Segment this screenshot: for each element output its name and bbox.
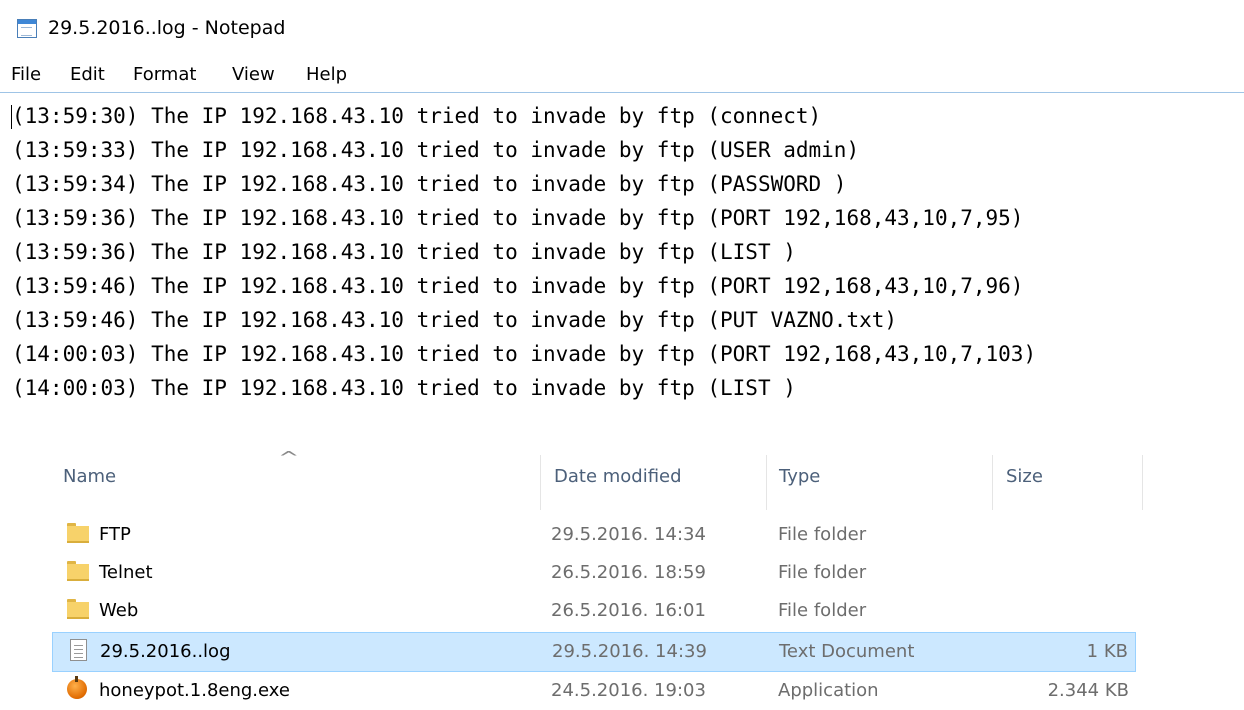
text-editor-area[interactable]: (13:59:30) The IP 192.168.43.10 tried to… xyxy=(0,92,1244,413)
window-title: 29.5.2016..log - Notepad xyxy=(48,17,286,39)
file-name: FTP xyxy=(99,524,131,545)
notepad-title-bar[interactable]: 29.5.2016..log - Notepad xyxy=(0,0,1244,56)
menu-view[interactable]: View xyxy=(232,64,275,85)
file-row-ftp[interactable]: FTP 29.5.2016. 14:34 File folder xyxy=(52,516,1136,554)
log-line: (13:59:46) The IP 192.168.43.10 tried to… xyxy=(12,308,898,332)
column-divider[interactable] xyxy=(1142,455,1143,510)
log-line: (13:59:46) The IP 192.168.43.10 tried to… xyxy=(12,274,1024,298)
file-date-modified: 29.5.2016. 14:39 xyxy=(552,641,707,662)
column-header-size[interactable]: Size xyxy=(1006,466,1043,487)
menu-file[interactable]: File xyxy=(11,64,41,85)
folder-icon xyxy=(67,599,89,619)
log-line: (13:59:36) The IP 192.168.43.10 tried to… xyxy=(12,206,1024,230)
log-line: (14:00:03) The IP 192.168.43.10 tried to… xyxy=(12,342,1037,366)
column-divider[interactable] xyxy=(540,455,541,510)
log-line: (13:59:34) The IP 192.168.43.10 tried to… xyxy=(12,172,847,196)
column-header-date-modified[interactable]: Date modified xyxy=(554,466,682,487)
file-name: Web xyxy=(99,600,139,621)
column-divider[interactable] xyxy=(766,455,767,510)
file-type: Text Document xyxy=(779,641,915,662)
file-row-web[interactable]: Web 26.5.2016. 16:01 File folder xyxy=(52,592,1136,630)
file-name: 29.5.2016..log xyxy=(100,641,231,662)
file-row-log-selected[interactable]: 29.5.2016..log 29.5.2016. 14:39 Text Doc… xyxy=(52,632,1136,672)
file-date-modified: 26.5.2016. 16:01 xyxy=(551,600,706,621)
file-size: 2.344 KB xyxy=(1047,680,1129,701)
file-row-telnet[interactable]: Telnet 26.5.2016. 18:59 File folder xyxy=(52,554,1136,592)
menu-format[interactable]: Format xyxy=(133,64,196,85)
menu-help[interactable]: Help xyxy=(306,64,347,85)
file-type: Application xyxy=(778,680,879,701)
column-divider[interactable] xyxy=(992,455,993,510)
log-line: (14:00:03) The IP 192.168.43.10 tried to… xyxy=(12,376,796,400)
log-line: (13:59:33) The IP 192.168.43.10 tried to… xyxy=(12,138,860,162)
file-date-modified: 26.5.2016. 18:59 xyxy=(551,562,706,583)
application-icon xyxy=(67,676,87,699)
file-date-modified: 24.5.2016. 19:03 xyxy=(551,680,706,701)
menu-bar: File Edit Format View Help xyxy=(0,60,1244,90)
file-date-modified: 29.5.2016. 14:34 xyxy=(551,524,706,545)
file-row-honeypot-exe[interactable]: honeypot.1.8eng.exe 24.5.2016. 19:03 App… xyxy=(52,672,1136,710)
file-name: honeypot.1.8eng.exe xyxy=(99,680,290,701)
log-line: (13:59:36) The IP 192.168.43.10 tried to… xyxy=(12,240,796,264)
file-type: File folder xyxy=(778,562,867,583)
file-name: Telnet xyxy=(99,562,153,583)
column-header-type[interactable]: Type xyxy=(779,466,820,487)
folder-icon xyxy=(67,561,89,581)
log-line: (13:59:30) The IP 192.168.43.10 tried to… xyxy=(12,104,822,128)
notepad-icon xyxy=(17,19,37,38)
text-document-icon xyxy=(70,639,87,661)
file-size: 1 KB xyxy=(1086,641,1128,662)
file-type: File folder xyxy=(778,524,867,545)
sort-ascending-icon[interactable]: ^ xyxy=(278,448,299,467)
file-type: File folder xyxy=(778,600,867,621)
column-header-name[interactable]: Name xyxy=(63,466,116,487)
folder-icon xyxy=(67,523,89,543)
file-explorer-list: ^ Name Date modified Type Size FTP 29.5.… xyxy=(0,440,1244,705)
menu-edit[interactable]: Edit xyxy=(70,64,105,85)
